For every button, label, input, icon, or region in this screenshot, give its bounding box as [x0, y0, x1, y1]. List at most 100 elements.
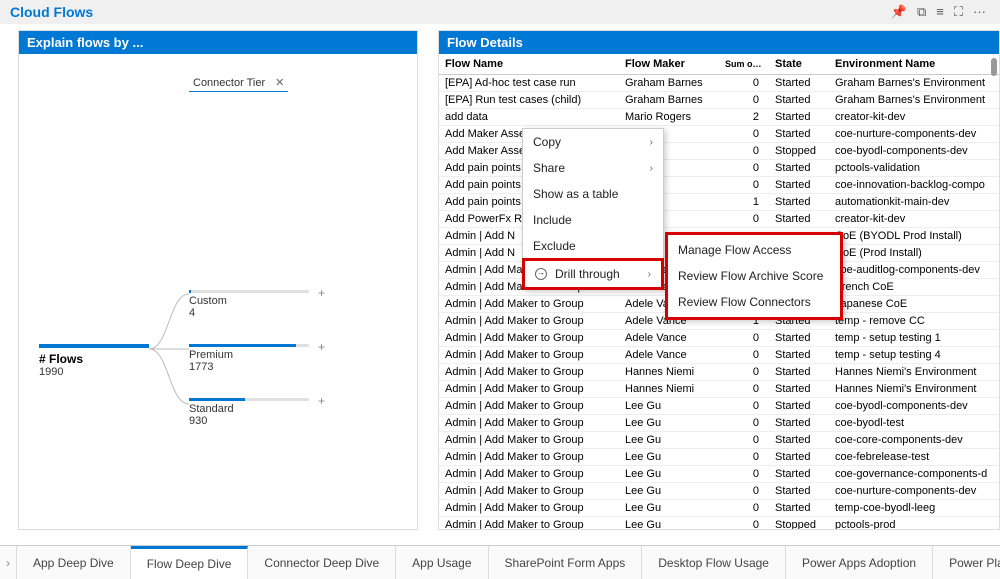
cell-flow-name: Admin | Add Maker to Group [439, 364, 619, 381]
focus-icon[interactable]: ⛶ [954, 4, 963, 20]
cell-flow-maker: Hannes Niemi [619, 364, 719, 381]
col-archive-score[interactable]: Sum of Archive Score [719, 54, 769, 75]
col-flow-name[interactable]: Flow Name [439, 54, 619, 75]
cell-flow-maker: Lee Gu [619, 415, 719, 432]
table-row[interactable]: Admin | Add Maker to GroupLee Gu0Started… [439, 483, 999, 500]
tab-desktop-flow-usage[interactable]: Desktop Flow Usage [642, 546, 786, 579]
drill-review-archive-score[interactable]: Review Flow Archive Score [668, 263, 840, 289]
explain-flows-title: Explain flows by ... [19, 31, 417, 54]
root-value: 1990 [39, 366, 149, 378]
decomposition-tree[interactable]: Connector Tier ✕ # Flows 1990 + Custom 4… [19, 54, 417, 529]
cell-flow-maker: Adele Vance [619, 330, 719, 347]
drill-through-icon [535, 268, 547, 280]
ctx-copy[interactable]: Copy› [523, 129, 663, 155]
cell-flow-name: Admin | Add Maker to Group [439, 415, 619, 432]
col-state[interactable]: State [769, 54, 829, 75]
chevron-right-icon: › [650, 137, 653, 148]
pin-icon[interactable]: 📌 [891, 4, 907, 20]
cell-state: Started [769, 466, 829, 483]
cell-flow-maker: Lee Gu [619, 432, 719, 449]
table-row[interactable]: Admin | Add Maker to GroupLee Gu0Started… [439, 415, 999, 432]
cell-state: Started [769, 75, 829, 92]
cell-state: Started [769, 398, 829, 415]
cell-state: Started [769, 347, 829, 364]
cell-flow-maker: Graham Barnes [619, 92, 719, 109]
col-flow-maker[interactable]: Flow Maker [619, 54, 719, 75]
tab-scroll-left[interactable]: › [0, 546, 17, 579]
cell-flow-name: Admin | Add Maker to Group [439, 466, 619, 483]
ctx-include[interactable]: Include [523, 207, 663, 233]
ctx-share[interactable]: Share› [523, 155, 663, 181]
drill-manage-flow-access[interactable]: Manage Flow Access [668, 237, 840, 263]
table-row[interactable]: Admin | Add Maker to GroupLee Gu0Started… [439, 432, 999, 449]
close-icon[interactable]: ✕ [275, 76, 284, 89]
table-row[interactable]: [EPA] Run test cases (child)Graham Barne… [439, 92, 999, 109]
cell-flow-name: Admin | Add Maker to Group [439, 313, 619, 330]
tier-standard-node[interactable]: + Standard 930 [189, 398, 309, 427]
cell-env: coe-febrelease-test [829, 449, 999, 466]
cell-archive-score: 0 [719, 364, 769, 381]
cell-env: automationkit-main-dev [829, 194, 999, 211]
cell-archive-score: 2 [719, 109, 769, 126]
cell-archive-score: 0 [719, 211, 769, 228]
cell-state: Started [769, 415, 829, 432]
cell-state: Started [769, 92, 829, 109]
tier-premium-node[interactable]: + Premium 1773 [189, 344, 309, 373]
connector-tier-filter[interactable]: Connector Tier ✕ [189, 74, 288, 92]
table-row[interactable]: add dataMario Rogers2Startedcreator-kit-… [439, 109, 999, 126]
cell-env: CoE (Prod Install) [829, 245, 999, 262]
col-env-name[interactable]: Environment Name [829, 54, 999, 75]
filter-icon[interactable]: ≡ [936, 4, 944, 20]
tab-flow-deep-dive[interactable]: Flow Deep Dive [131, 546, 249, 579]
cell-env: Graham Barnes's Environment [829, 75, 999, 92]
tier-custom-node[interactable]: + Custom 4 [189, 290, 309, 319]
cell-env: pctools-validation [829, 160, 999, 177]
expand-icon[interactable]: + [318, 394, 325, 408]
table-row[interactable]: [EPA] Ad-hoc test case runGraham Barnes0… [439, 75, 999, 92]
cell-flow-maker: Mario Rogers [619, 109, 719, 126]
cell-env: Japanese CoE [829, 296, 999, 313]
chevron-right-icon: › [648, 269, 651, 280]
cell-flow-name: Admin | Add Maker to Group [439, 381, 619, 398]
cell-env: Graham Barnes's Environment [829, 92, 999, 109]
tab-power-apps-adoption[interactable]: Power Apps Adoption [786, 546, 933, 579]
table-row[interactable]: Admin | Add Maker to GroupAdele Vance0St… [439, 347, 999, 364]
cell-archive-score: 0 [719, 483, 769, 500]
ctx-show-as-table[interactable]: Show as a table [523, 181, 663, 207]
cell-archive-score: 0 [719, 381, 769, 398]
root-node[interactable]: # Flows 1990 [39, 344, 149, 378]
tab-sharepoint-form-apps[interactable]: SharePoint Form Apps [489, 546, 643, 579]
report-tabs: › App Deep DiveFlow Deep DiveConnector D… [0, 545, 1000, 579]
table-row[interactable]: Admin | Add Maker to GroupHannes Niemi0S… [439, 381, 999, 398]
table-row[interactable]: Admin | Add Maker to GroupLee Gu0Started… [439, 466, 999, 483]
tab-connector-deep-dive[interactable]: Connector Deep Dive [248, 546, 396, 579]
table-row[interactable]: Admin | Add Maker to GroupLee Gu0Started… [439, 449, 999, 466]
cell-env: CoE (BYODL Prod Install) [829, 228, 999, 245]
scrollbar[interactable] [991, 58, 997, 76]
tab-app-usage[interactable]: App Usage [396, 546, 488, 579]
cell-env: coe-nurture-components-dev [829, 126, 999, 143]
table-row[interactable]: Admin | Add Maker to GroupHannes Niemi0S… [439, 364, 999, 381]
expand-icon[interactable]: + [318, 286, 325, 300]
expand-icon[interactable]: + [318, 340, 325, 354]
cell-archive-score: 0 [719, 517, 769, 530]
copy-icon[interactable]: ⧉ [917, 4, 926, 20]
more-icon[interactable]: ··· [973, 4, 986, 20]
cell-env: coe-byodl-components-dev [829, 398, 999, 415]
table-row[interactable]: Admin | Add Maker to GroupLee Gu0Started… [439, 500, 999, 517]
drill-review-flow-connectors[interactable]: Review Flow Connectors [668, 289, 840, 315]
cell-flow-maker: Graham Barnes [619, 75, 719, 92]
table-row[interactable]: Admin | Add Maker to GroupAdele Vance0St… [439, 330, 999, 347]
cell-flow-name: Admin | Add Maker to Group [439, 330, 619, 347]
cell-env: coe-nurture-components-dev [829, 483, 999, 500]
cell-state: Started [769, 126, 829, 143]
table-row[interactable]: Admin | Add Maker to GroupLee Gu0Stopped… [439, 517, 999, 530]
ctx-drill-through[interactable]: Drill through › [522, 258, 664, 290]
cell-archive-score: 0 [719, 398, 769, 415]
cell-archive-score: 0 [719, 177, 769, 194]
tab-power-platform-yoy-adopti[interactable]: Power Platform YoY Adopti [933, 546, 1000, 579]
cell-archive-score: 0 [719, 500, 769, 517]
ctx-exclude[interactable]: Exclude [523, 233, 663, 259]
table-row[interactable]: Admin | Add Maker to GroupLee Gu0Started… [439, 398, 999, 415]
tab-app-deep-dive[interactable]: App Deep Dive [17, 546, 131, 579]
